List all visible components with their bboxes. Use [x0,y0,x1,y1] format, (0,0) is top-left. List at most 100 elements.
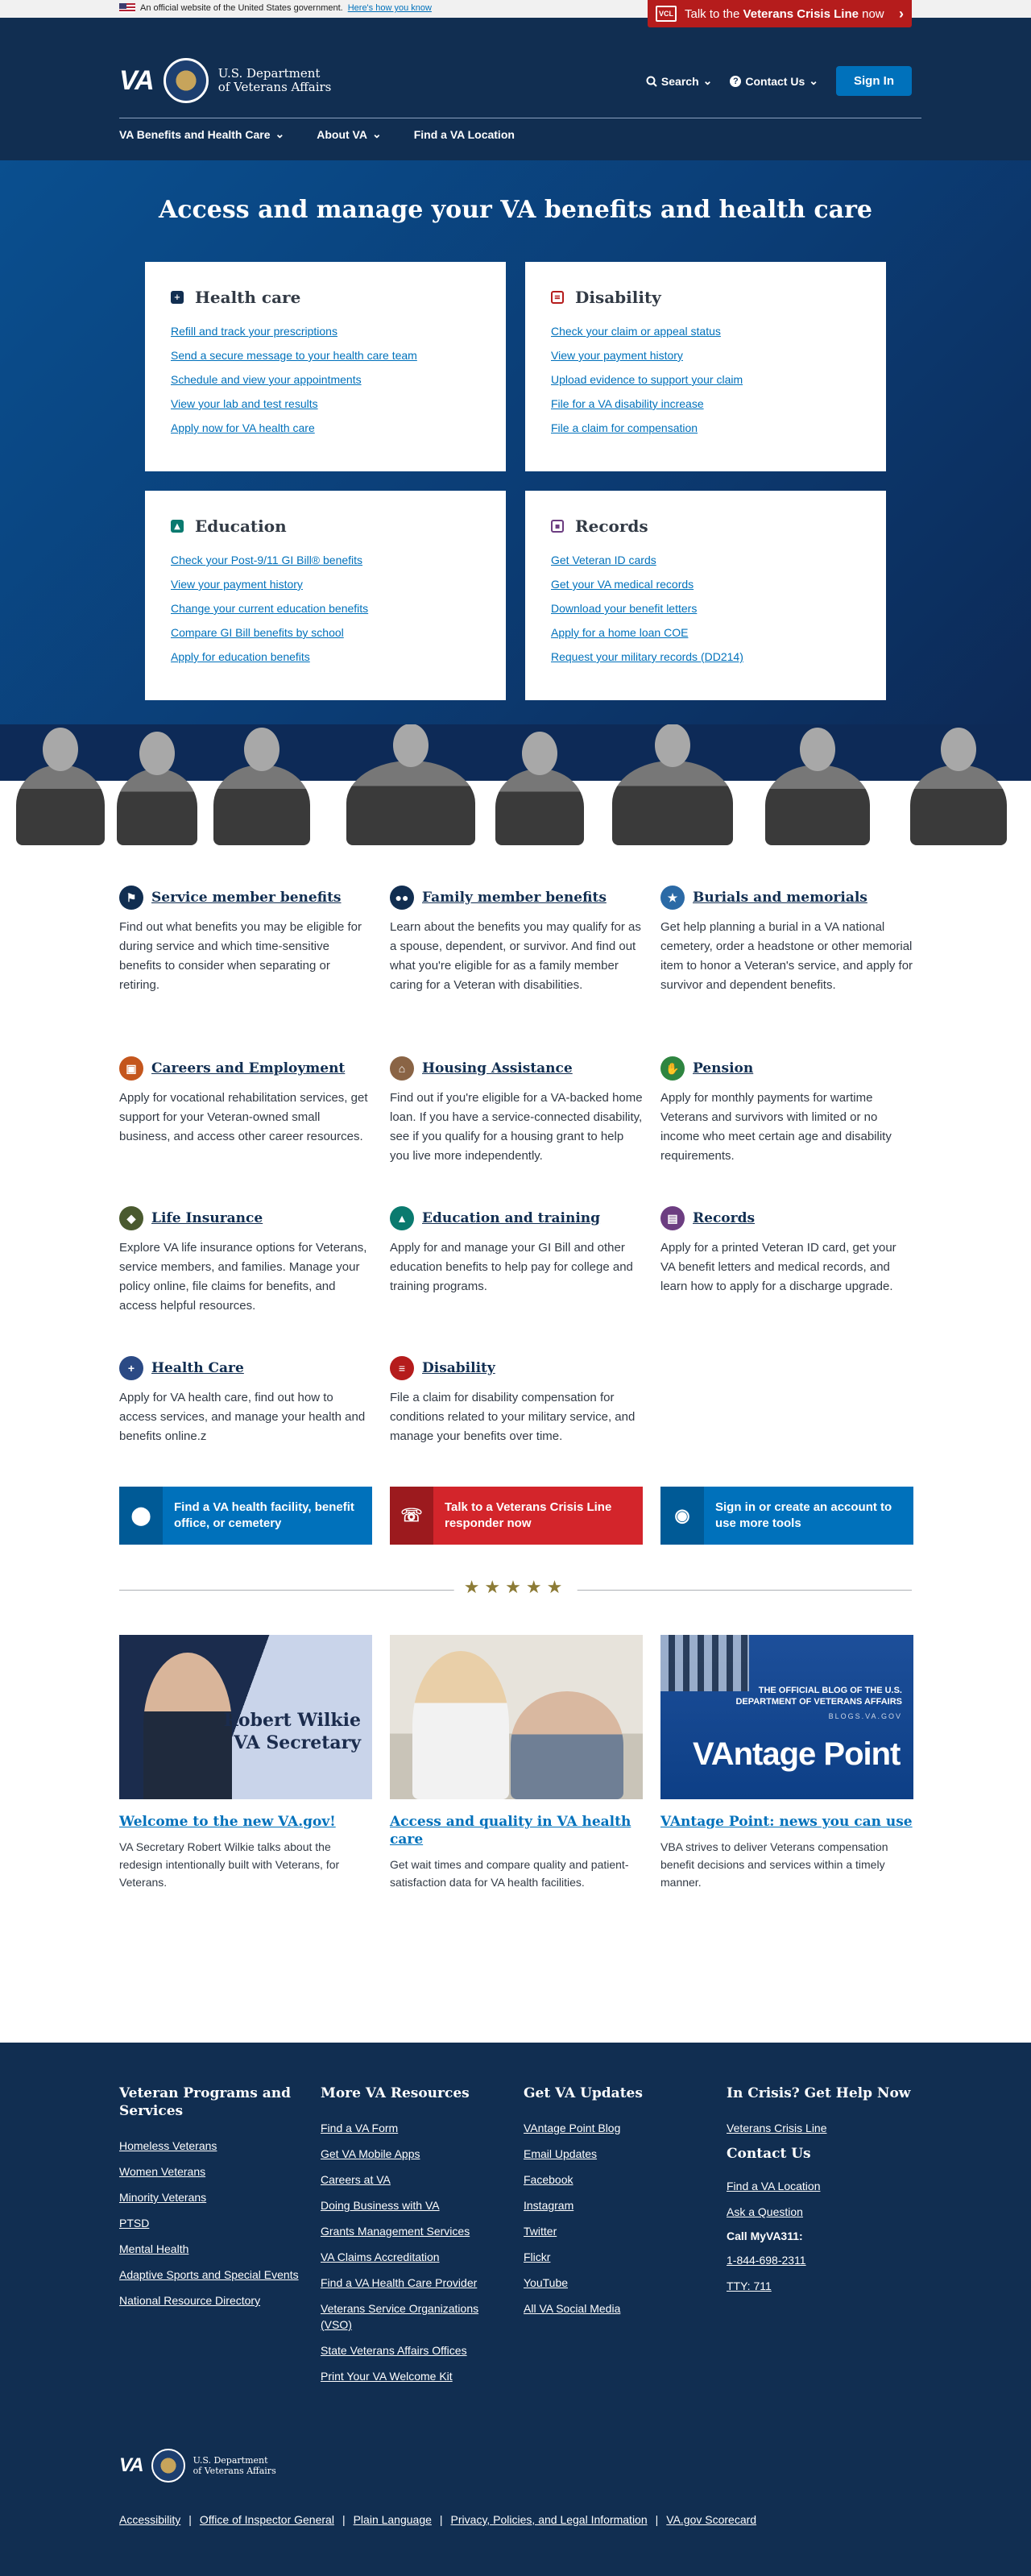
footer-link[interactable]: Veterans Crisis Line [727,2122,827,2134]
nav-about-va[interactable]: About VA ⌄ [317,127,381,141]
footer-link[interactable]: Careers at VA [321,2173,391,2186]
benefit-link[interactable]: Careers and Employment [151,1060,345,1076]
nav-find-location[interactable]: Find a VA Location [414,127,515,141]
benefit-description: Find out if you're eligible for a VA-bac… [390,1091,643,1163]
sign-in-button[interactable]: Sign In [836,66,912,96]
news-link[interactable]: VAntage Point: news you can use [660,1814,913,1830]
hub-link[interactable]: View your payment history [171,578,303,591]
footer-link[interactable]: Women Veterans [119,2165,205,2178]
news-item: Robert Wilkie VA Secretary Welcome to the… [119,1635,372,1891]
footer-link[interactable]: State Veterans Affairs Offices [321,2344,467,2357]
footer-link[interactable]: Grants Management Services [321,2225,470,2238]
hub-link[interactable]: Compare GI Bill benefits by school [171,626,344,639]
hub-link[interactable]: Apply now for VA health care [171,421,315,434]
footer-link[interactable]: Print Your VA Welcome Kit [321,2370,453,2383]
find-facility-button[interactable]: ⬤ Find a VA health facility, benefit off… [119,1487,372,1545]
footer-link[interactable]: Find a VA Form [321,2122,398,2134]
hub-link[interactable]: Schedule and view your appointments [171,373,362,386]
veteran-photo [117,732,197,845]
benefit-link[interactable]: Pension [693,1060,753,1076]
benefit-link[interactable]: Family member benefits [422,890,607,906]
veteran-photo [910,728,1007,845]
footer-link[interactable]: Mental Health [119,2242,188,2255]
footer-link[interactable]: VA Claims Accreditation [321,2250,440,2263]
hub-link[interactable]: Check your claim or appeal status [551,325,721,338]
footer-link[interactable]: Minority Veterans [119,2191,206,2204]
benefit-link[interactable]: Life Insurance [151,1210,263,1226]
cta-label: Find a VA health facility, benefit offic… [174,1500,354,1530]
footer-link[interactable]: Ask a Question [727,2205,803,2218]
how-you-know-link[interactable]: Here's how you know [348,3,432,13]
footer-link[interactable]: Homeless Veterans [119,2139,217,2152]
benefit-description: Learn about the benefits you may qualify… [390,920,641,992]
footer-link[interactable]: Email Updates [524,2147,597,2160]
hub-link[interactable]: Get your VA medical records [551,578,694,591]
hub-link[interactable]: Apply for education benefits [171,650,310,663]
footer-link[interactable]: National Resource Directory [119,2294,260,2307]
hub-link[interactable]: Send a secure message to your health car… [171,349,417,362]
sign-in-account-button[interactable]: ◉ Sign in or create an account to use mo… [660,1487,913,1545]
benefit-card: ●● Family member benefits Learn about the… [390,886,643,995]
crisis-line-button[interactable]: VCL Talk to the Veterans Crisis Line now… [648,0,912,27]
news-image[interactable] [390,1635,643,1799]
footer-link[interactable]: Flickr [524,2250,550,2263]
va-logo[interactable]: VA U.S. Department of Veterans Affairs [119,58,331,103]
footer-logo[interactable]: VA U.S. Department of Veterans Affairs [119,2449,276,2483]
hub-link[interactable]: Apply for a home loan COE [551,626,688,639]
phone-link[interactable]: 1-844-698-2311 [727,2254,806,2267]
footer-bottom-link[interactable]: Accessibility [119,2513,180,2526]
benefit-link[interactable]: Burials and memorials [693,890,867,906]
doctor-figure [412,1651,509,1799]
footer-link[interactable]: Get VA Mobile Apps [321,2147,420,2160]
footer-bottom-link[interactable]: Plain Language [354,2513,432,2526]
footer-link[interactable]: All VA Social Media [524,2302,620,2315]
news-image[interactable]: THE OFFICIAL BLOG OF THE U.S. DEPARTMENT… [660,1635,913,1799]
benefit-link[interactable]: Records [693,1210,755,1226]
footer-link[interactable]: Veterans Service Organizations (VSO) [321,2302,478,2331]
news-link[interactable]: Access and quality in VA health care [390,1814,631,1848]
hub-link[interactable]: View your lab and test results [171,397,318,410]
secretary-portrait [143,1653,232,1799]
benefit-link[interactable]: Education and training [422,1210,600,1226]
news-link[interactable]: Welcome to the new VA.gov! [119,1814,336,1830]
hub-link[interactable]: File for a VA disability increase [551,397,704,410]
hub-link[interactable]: Get Veteran ID cards [551,554,656,566]
chevron-right-icon: › [899,5,904,22]
footer-link[interactable]: Facebook [524,2173,573,2186]
contact-menu[interactable]: ? Contact Us ⌄ [730,74,818,88]
hub-link[interactable]: Change your current education benefits [171,602,368,615]
footer-bottom-link[interactable]: Privacy, Policies, and Legal Information [451,2513,648,2526]
footer-link[interactable]: PTSD [119,2217,149,2230]
shield-icon: ◆ [119,1206,143,1230]
footer-link[interactable]: Find a VA Health Care Provider [321,2276,477,2289]
nav-benefits-health-care[interactable]: VA Benefits and Health Care ⌄ [119,127,284,141]
footer-link[interactable]: Doing Business with VA [321,2199,440,2212]
benefit-link[interactable]: Housing Assistance [422,1060,573,1076]
news-image[interactable]: Robert Wilkie VA Secretary [119,1635,372,1799]
hub-title: Disability [575,288,661,307]
crisis-responder-button[interactable]: ☏ Talk to a Veterans Crisis Line respond… [390,1487,643,1545]
tty-link[interactable]: TTY: 711 [727,2279,772,2292]
footer-link[interactable]: VAntage Point Blog [524,2122,620,2134]
chevron-down-icon: ⌄ [702,74,713,87]
hub-link[interactable]: View your payment history [551,349,683,362]
hub-link[interactable]: File a claim for compensation [551,421,698,434]
hub-link[interactable]: Download your benefit letters [551,602,697,615]
benefit-link[interactable]: Health Care [151,1360,244,1376]
footer-link[interactable]: Twitter [524,2225,557,2238]
hub-link[interactable]: Refill and track your prescriptions [171,325,337,338]
footer-link[interactable]: YouTube [524,2276,568,2289]
footer-bottom-link[interactable]: Office of Inspector General [200,2513,334,2526]
family-icon: ●● [390,886,414,910]
benefit-link[interactable]: Service member benefits [151,890,342,906]
benefit-link[interactable]: Disability [422,1360,495,1376]
footer-link[interactable]: Adaptive Sports and Special Events [119,2268,299,2281]
footer-link[interactable]: Instagram [524,2199,573,2212]
footer-bottom-link[interactable]: VA.gov Scorecard [666,2513,756,2526]
hub-link[interactable]: Upload evidence to support your claim [551,373,743,386]
hub-link[interactable]: Request your military records (DD214) [551,650,743,663]
search-menu[interactable]: Search ⌄ [646,74,712,88]
hero-title: Access and manage your VA benefits and h… [159,196,872,224]
footer-link[interactable]: Find a VA Location [727,2180,820,2192]
hub-link[interactable]: Check your Post-9/11 GI Bill® benefits [171,554,362,566]
